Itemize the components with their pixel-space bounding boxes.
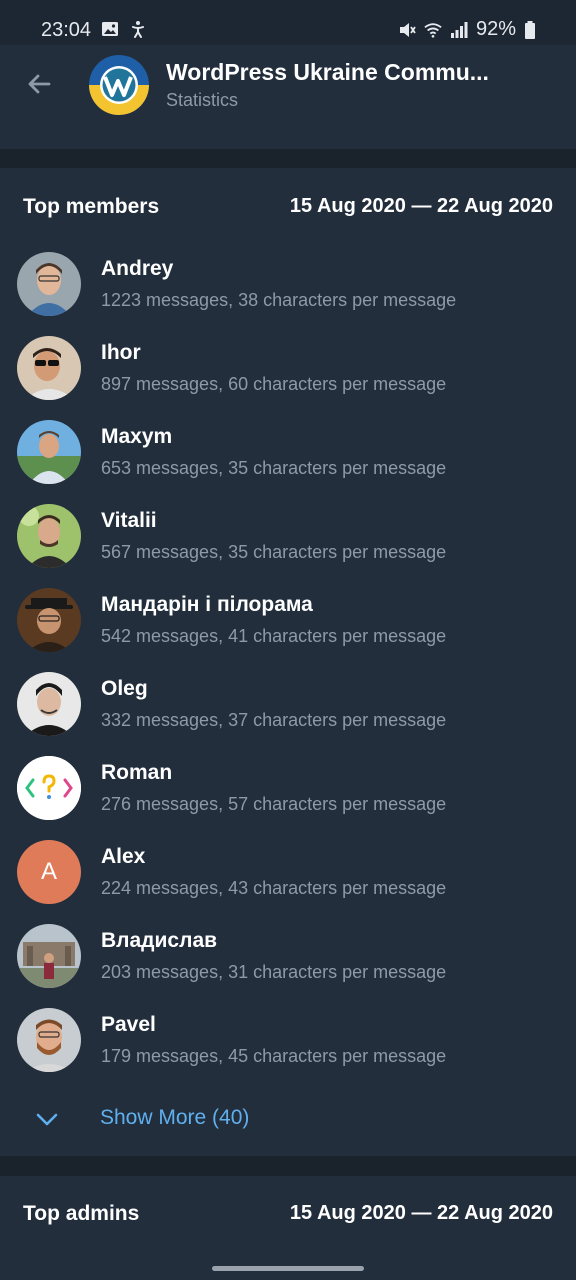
status-time: 23:04	[41, 19, 92, 41]
member-name: Pavel	[101, 1013, 156, 1036]
avatar	[17, 588, 81, 652]
member-row-pavel[interactable]: Pavel 179 messages, 45 characters per me…	[0, 998, 576, 1082]
previous-section-bottom	[0, 123, 576, 149]
app-bar: WordPress Ukraine Commu... Statistics	[0, 45, 576, 123]
section-header: Top members 15 Aug 2020 — 22 Aug 2020	[0, 168, 576, 244]
member-row-mandarin[interactable]: Мандарін і пілорама 542 messages, 41 cha…	[0, 578, 576, 662]
section-divider	[0, 149, 576, 168]
channel-avatar[interactable]	[89, 55, 149, 115]
avatar	[17, 756, 81, 820]
avatar	[17, 420, 81, 484]
avatar-initial: A	[17, 840, 81, 904]
member-name: Andrey	[101, 257, 174, 280]
avatar	[17, 504, 81, 568]
member-row-maxym[interactable]: Maxym 653 messages, 35 characters per me…	[0, 410, 576, 494]
wifi-icon	[424, 22, 442, 38]
battery-percent: 92%	[475, 18, 516, 40]
member-name: Мандарін і пілорама	[101, 593, 313, 616]
member-stats: 203 messages, 31 characters per message	[101, 962, 447, 982]
avatar	[17, 336, 81, 400]
wordpress-logo-icon	[89, 55, 149, 115]
member-stats: 332 messages, 37 characters per message	[101, 710, 447, 730]
avatar	[17, 672, 81, 736]
chat-title: WordPress Ukraine Commu...	[166, 59, 489, 85]
date-range: 15 Aug 2020 — 22 Aug 2020	[289, 195, 553, 217]
member-row-vladyslav[interactable]: Владислав 203 messages, 31 characters pe…	[0, 914, 576, 998]
top-members-section: Top members 15 Aug 2020 — 22 Aug 2020 An…	[0, 168, 576, 1156]
member-row-oleg[interactable]: Oleg 332 messages, 37 characters per mes…	[0, 662, 576, 746]
show-more-button[interactable]: Show More (40)	[0, 1086, 576, 1152]
member-stats: 1223 messages, 38 characters per message	[101, 290, 457, 310]
accessibility-icon	[132, 21, 144, 38]
date-range: 15 Aug 2020 — 22 Aug 2020	[289, 1202, 553, 1224]
avatar	[17, 1008, 81, 1072]
battery-icon	[525, 20, 535, 39]
section-header: Top admins 15 Aug 2020 — 22 Aug 2020	[0, 1176, 576, 1252]
section-divider	[0, 1156, 576, 1176]
home-indicator[interactable]	[212, 1266, 364, 1271]
section-title: Top members	[23, 195, 160, 218]
member-row-andrey[interactable]: Andrey 1223 messages, 38 characters per …	[0, 242, 576, 326]
member-row-roman[interactable]: Roman 276 messages, 57 characters per me…	[0, 746, 576, 830]
member-stats: 276 messages, 57 characters per message	[101, 794, 447, 814]
member-stats: 897 messages, 60 characters per message	[101, 374, 447, 394]
member-row-alex[interactable]: A Alex 224 messages, 43 characters per m…	[0, 830, 576, 914]
member-name: Владислав	[101, 929, 218, 952]
member-stats: 179 messages, 45 characters per message	[101, 1046, 447, 1066]
section-title: Top admins	[23, 1202, 140, 1225]
top-admins-section: Top admins 15 Aug 2020 — 22 Aug 2020	[0, 1176, 576, 1280]
member-stats: 542 messages, 41 characters per message	[101, 626, 447, 646]
mute-icon	[399, 22, 416, 37]
chat-subtitle: Statistics	[166, 90, 239, 110]
signal-icon	[450, 21, 468, 38]
member-stats: 567 messages, 35 characters per message	[101, 542, 447, 562]
arrow-left-icon[interactable]	[22, 67, 56, 101]
member-name: Roman	[101, 761, 173, 784]
show-more-label: Show More (40)	[100, 1106, 250, 1129]
member-name: Alex	[101, 845, 146, 868]
avatar-letter: A	[40, 858, 57, 885]
member-stats: 653 messages, 35 characters per message	[101, 458, 447, 478]
avatar	[17, 252, 81, 316]
avatar	[17, 924, 81, 988]
member-row-vitalii[interactable]: Vitalii 567 messages, 35 characters per …	[0, 494, 576, 578]
member-name: Maxym	[101, 425, 173, 448]
chevron-down-icon	[36, 1113, 58, 1126]
member-name: Vitalii	[101, 509, 157, 532]
member-name: Ihor	[101, 341, 141, 364]
member-stats: 224 messages, 43 characters per message	[101, 878, 447, 898]
member-row-ihor[interactable]: Ihor 897 messages, 60 characters per mes…	[0, 326, 576, 410]
gallery-icon	[102, 22, 118, 36]
member-name: Oleg	[101, 677, 148, 700]
